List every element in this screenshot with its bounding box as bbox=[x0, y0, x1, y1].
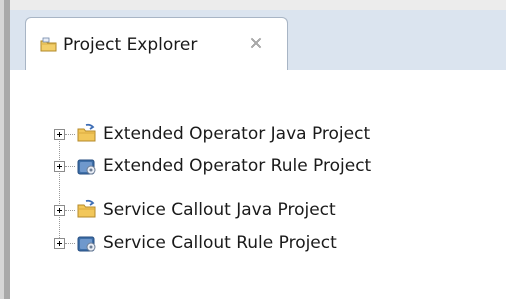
tree-connector bbox=[59, 137, 61, 244]
java-project-folder-icon bbox=[77, 123, 96, 142]
expand-toggle[interactable] bbox=[54, 161, 65, 172]
tree-item-label: Service Callout Java Project bbox=[103, 200, 336, 220]
expand-toggle[interactable] bbox=[54, 129, 65, 140]
tree-item-label: Extended Operator Java Project bbox=[103, 124, 371, 144]
tree-item[interactable]: Extended Operator Rule Project bbox=[54, 155, 494, 181]
expand-toggle[interactable] bbox=[54, 238, 65, 249]
rule-project-icon bbox=[77, 159, 96, 175]
tree-item-label: Service Callout Rule Project bbox=[103, 233, 337, 253]
tree-item[interactable]: Service Callout Java Project bbox=[54, 199, 494, 225]
tree-item[interactable]: Extended Operator Java Project bbox=[54, 123, 494, 149]
tree-connector bbox=[65, 134, 75, 136]
rule-project-icon bbox=[77, 236, 96, 252]
tree-connector bbox=[65, 166, 75, 168]
java-project-folder-icon bbox=[77, 199, 96, 218]
expand-toggle[interactable] bbox=[54, 205, 65, 216]
tree-connector bbox=[65, 243, 75, 245]
tree-item-label: Extended Operator Rule Project bbox=[103, 156, 372, 176]
tree-connector bbox=[65, 210, 75, 212]
project-tree: Extended Operator Java Project Extended … bbox=[0, 0, 506, 299]
tree-item[interactable]: Service Callout Rule Project bbox=[54, 232, 494, 258]
